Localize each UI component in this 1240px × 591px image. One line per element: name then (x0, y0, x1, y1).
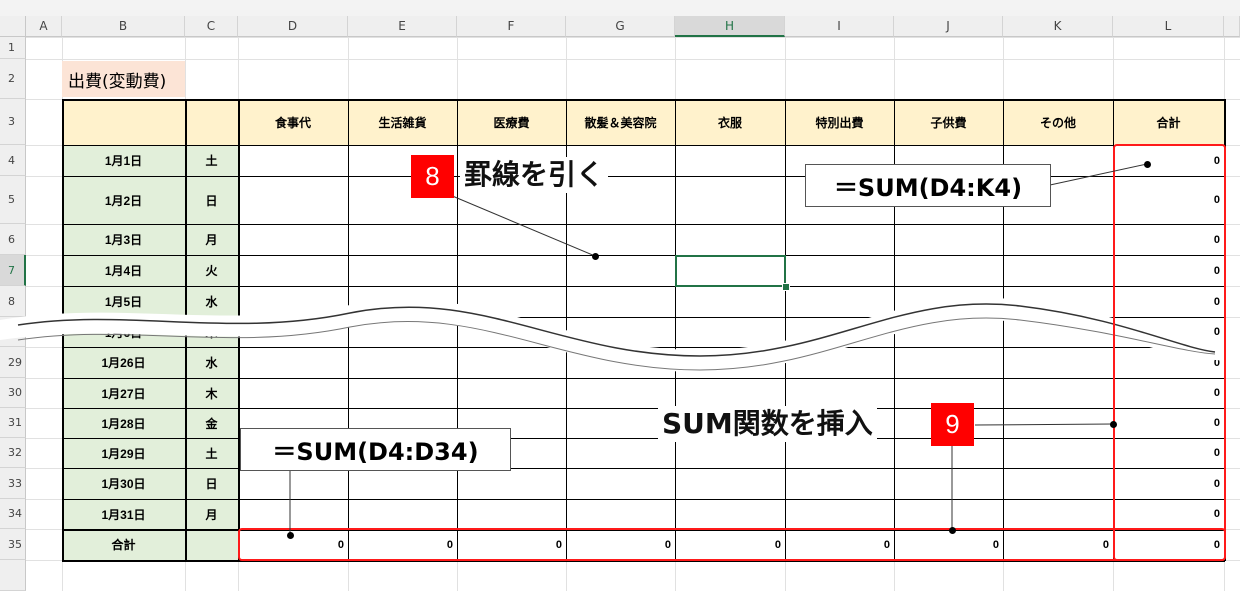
formula-col-callout: ＝SUM(D4:D34) (240, 428, 511, 471)
leader-step8 (449, 194, 596, 257)
step-8-label: 罫線を引く (460, 157, 609, 193)
anchor-dot (948, 526, 956, 534)
leader-step9-horizontal (974, 423, 1114, 426)
formula-row-callout: ＝SUM(D4:K4) (805, 164, 1051, 207)
anchor-dot (591, 252, 599, 260)
step-9-badge: 9 (931, 403, 974, 446)
step-9-label: SUM関数を挿入 (658, 406, 877, 442)
spreadsheet: ABCDEFGHIJKL12345678929303132333435出費(変動… (0, 0, 1240, 591)
leader-formula-row (1049, 163, 1148, 186)
anchor-dot (1143, 160, 1151, 168)
anchor-dot (1109, 420, 1117, 428)
leader-lines (289, 163, 1148, 535)
step-8-badge: 8 (411, 155, 454, 198)
anchor-dot (286, 531, 294, 539)
